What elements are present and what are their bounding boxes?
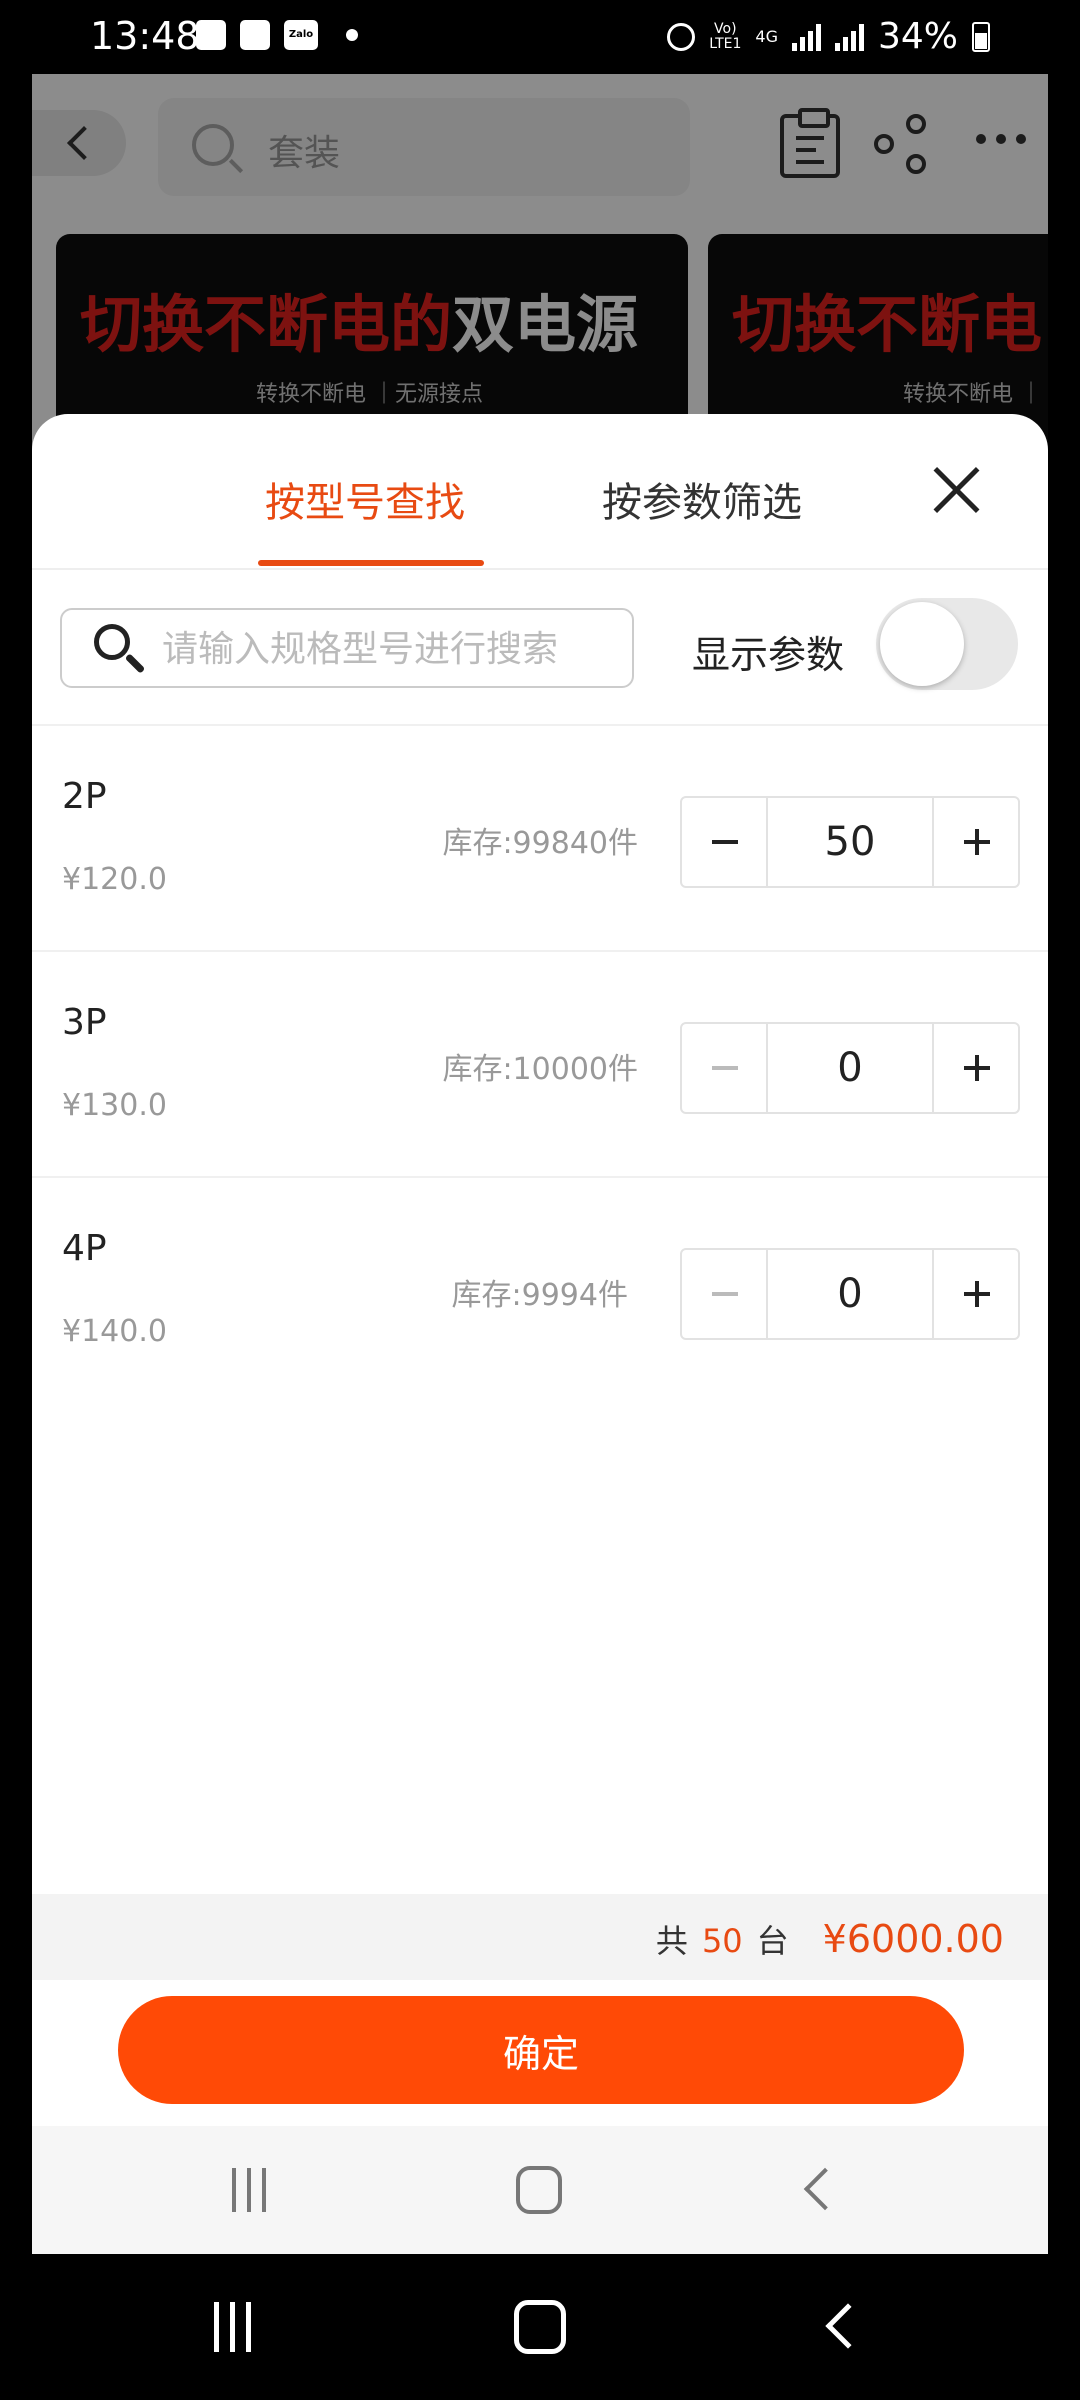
zalo-icon: Zalo: [284, 20, 318, 50]
in-app-navigation-bar: [32, 2126, 1048, 2254]
spec-search-input[interactable]: [162, 622, 622, 676]
status-bar: 13:48 Zalo Vo) LTE1 4G 34%: [0, 0, 1080, 74]
recent-apps-icon[interactable]: [232, 2168, 266, 2212]
spec-name: 2P: [62, 776, 107, 817]
order-total-bar: 共 50 台 ¥6000.00: [32, 1894, 1048, 1980]
total-count: 50: [701, 1922, 743, 1960]
quantity-stepper: 0: [680, 1022, 1020, 1114]
confirm-button[interactable]: 确定: [118, 1996, 964, 2104]
decrement-button[interactable]: [682, 1250, 768, 1338]
data-type-indicator: 4G: [755, 27, 778, 46]
spec-price: ¥130.0: [62, 1088, 167, 1123]
spec-search-box: [60, 608, 634, 688]
spec-row-3p: 3P ¥130.0 库存:10000件 0: [32, 952, 1048, 1178]
gallery-icon: [196, 20, 226, 50]
status-notification-icons: Zalo: [196, 20, 358, 50]
spec-name: 3P: [62, 1002, 107, 1043]
order-total: 共 50 台 ¥6000.00: [655, 1917, 1004, 1961]
toggle-knob: [880, 602, 964, 686]
spec-stock: 库存:10000件: [442, 1052, 638, 1087]
quantity-stepper: 0: [680, 1248, 1020, 1340]
tab-by-model[interactable]: 按型号查找: [265, 470, 465, 528]
increment-button[interactable]: [932, 1250, 1018, 1338]
volte-indicator: Vo) LTE1: [709, 20, 742, 52]
tab-bar: 按型号查找 按参数筛选: [32, 414, 1048, 570]
signal-icon-2: [834, 23, 864, 51]
tiktok-icon: [240, 20, 270, 50]
recent-apps-icon[interactable]: [214, 2302, 251, 2352]
increment-button[interactable]: [932, 1024, 1018, 1112]
spec-name: 4P: [62, 1228, 107, 1269]
decrement-button[interactable]: [682, 1024, 768, 1112]
system-navigation-bar: [0, 2254, 1080, 2400]
app-window: 套装 切换不断电的双电源 转换不断电 ｜无源接点 切换不断电 转换不断电 ｜ 按…: [32, 74, 1048, 2254]
search-icon: [94, 624, 130, 660]
show-params-label: 显示参数: [692, 633, 845, 677]
decrement-button[interactable]: [682, 798, 768, 886]
confirm-area: 确定: [32, 1980, 1048, 2130]
spec-row-2p: 2P ¥120.0 库存:99840件 50: [32, 726, 1048, 952]
back-icon[interactable]: [825, 2303, 871, 2349]
signal-icon: [791, 23, 821, 51]
tab-by-parameters[interactable]: 按参数筛选: [602, 470, 802, 528]
spec-stock: 库存:99840件: [442, 826, 638, 861]
increment-button[interactable]: [932, 798, 1018, 886]
spec-stock: 库存:9994件: [451, 1278, 628, 1313]
spec-price: ¥120.0: [62, 862, 167, 897]
home-icon[interactable]: [514, 2300, 566, 2354]
close-icon[interactable]: [930, 464, 982, 516]
active-tab-indicator: [258, 560, 484, 566]
alarm-icon: [667, 22, 696, 51]
quantity-value[interactable]: 0: [768, 1024, 932, 1112]
spec-row-4p: 4P ¥140.0 库存:9994件 0: [32, 1178, 1048, 1404]
status-system-icons: Vo) LTE1 4G 34%: [667, 16, 990, 57]
quantity-value[interactable]: 0: [768, 1250, 932, 1338]
filter-row: 显示参数: [32, 572, 1048, 726]
battery-percent: 34%: [877, 16, 958, 57]
show-params-toggle[interactable]: [876, 598, 1018, 690]
notification-dot: [346, 29, 358, 41]
quantity-value[interactable]: 50: [768, 798, 932, 886]
quantity-stepper: 50: [680, 796, 1020, 888]
home-icon[interactable]: [516, 2166, 562, 2214]
total-amount: ¥6000.00: [822, 1917, 1004, 1961]
battery-icon: [972, 21, 990, 52]
spec-price: ¥140.0: [62, 1314, 167, 1349]
status-time: 13:48: [90, 14, 200, 58]
back-icon[interactable]: [803, 2167, 847, 2211]
